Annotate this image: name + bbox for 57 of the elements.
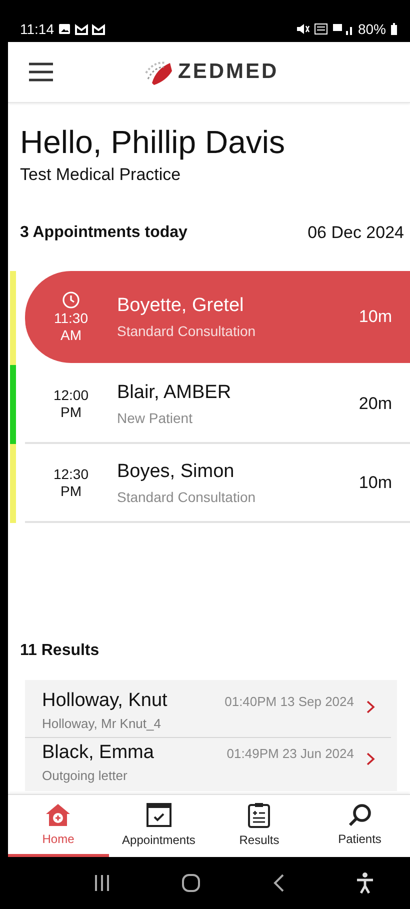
patient-name: Blair, AMBER [117, 382, 232, 404]
result-item[interactable]: Black, Emma Outgoing letter 01:49PM 23 Jun 2024 [25, 738, 391, 789]
clipboard-icon [247, 802, 272, 828]
chevron-right-icon [366, 700, 375, 714]
appointment-duration: 10m [358, 472, 392, 492]
appointment-item[interactable]: 12:00 PM Blair, AMBER New Patient 20m [25, 365, 410, 444]
mail-notification-icon [92, 23, 105, 35]
appointments-date: 06 Dec 2024 [308, 223, 404, 243]
home-icon [45, 803, 72, 827]
gallery-notification-icon [58, 23, 71, 35]
accessibility-icon [356, 872, 374, 894]
appointment-item[interactable]: 12:30 PM Boyes, Simon Standard Consultation 10m [25, 444, 410, 523]
logo-wordmark: ZEDMED [178, 60, 279, 84]
nav-tab[interactable]: Patients [310, 795, 410, 857]
appointment-time: 12:30 [53, 466, 89, 482]
appointment-duration: 10m [358, 307, 392, 327]
chevron-right-icon [366, 752, 375, 766]
clock-time: 11:14 [20, 21, 54, 37]
results-heading: 11 Results [20, 642, 100, 660]
result-datetime: 01:49PM 23 Jun 2024 [226, 746, 354, 761]
network-icon [314, 23, 328, 35]
patient-name: Boyette, Gretel [117, 295, 245, 317]
mail-notification-icon [75, 23, 88, 35]
nav-tab[interactable]: Appointments [108, 795, 209, 857]
appointment-type: Standard Consultation [117, 488, 257, 504]
signal-icon [332, 23, 354, 35]
appointments-heading: 3 Appointments today [20, 224, 188, 242]
appointment-type: Standard Consultation [117, 323, 257, 339]
appointment-period: PM [60, 404, 82, 420]
result-description: Outgoing letter [42, 768, 128, 783]
patient-name: Holloway, Knut [42, 690, 168, 712]
menu-icon [28, 62, 54, 82]
appointment-type: New Patient [117, 410, 194, 426]
back-icon [272, 873, 285, 893]
search-icon [348, 803, 372, 827]
nav-tab[interactable]: Results [209, 795, 310, 857]
calendar-icon [146, 802, 172, 828]
appointment-item[interactable]: 11:30 AM Boyette, Gretel Standard Consultation 10m [25, 271, 410, 365]
patient-name: Boyes, Simon [117, 460, 236, 482]
clock-icon [62, 290, 80, 308]
appointment-period: PM [60, 482, 82, 500]
result-item[interactable]: Holloway, Knut Holloway, Mr Knut_4 01:40PM 13 Sep 2024 [25, 686, 391, 738]
recent-apps-icon [94, 874, 110, 892]
practice-name: Test Medical Practice [20, 165, 182, 185]
patient-name: Black, Emma [42, 742, 155, 764]
result-description: Holloway, Mr Knut_4 [42, 716, 162, 731]
logo-icon [144, 59, 174, 85]
home-button-icon [181, 873, 202, 893]
appointment-duration: 20m [358, 394, 392, 414]
appointment-time: 11:30 [54, 310, 88, 326]
battery-icon [390, 23, 398, 35]
result-datetime: 01:40PM 13 Sep 2024 [224, 694, 354, 709]
appointment-period: AM [60, 326, 82, 344]
mute-icon [296, 23, 310, 35]
battery-percentage: 80% [358, 21, 386, 37]
appointment-time: 12:00 [53, 386, 89, 404]
greeting-title: Hello, Phillip Davis [20, 123, 286, 161]
